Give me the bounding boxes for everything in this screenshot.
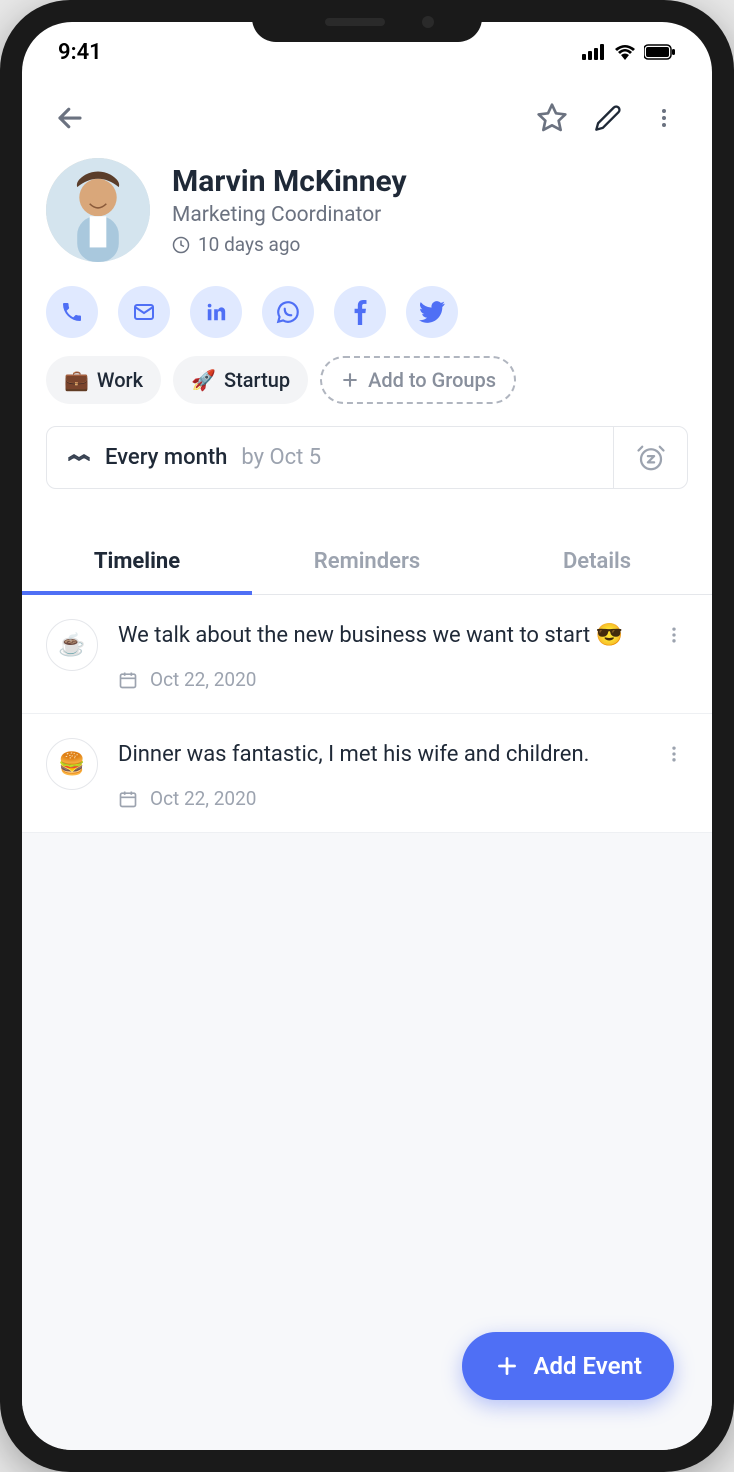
plus-icon <box>494 1353 520 1379</box>
status-icons <box>582 44 676 60</box>
rocket-emoji: 🚀 <box>191 368 216 392</box>
nav-bar <box>22 82 712 150</box>
profile-name: Marvin McKinney <box>172 164 688 199</box>
social-row <box>22 278 712 356</box>
briefcase-emoji: 💼 <box>64 368 89 392</box>
reminder-frequency: Every month <box>105 445 227 470</box>
event-more-button[interactable] <box>660 619 688 691</box>
timeline-event: ☕ We talk about the new business we want… <box>22 595 712 714</box>
event-text: Dinner was fantastic, I met his wife and… <box>118 738 640 771</box>
add-event-button[interactable]: Add Event <box>462 1332 675 1400</box>
status-time: 9:41 <box>58 40 102 65</box>
tab-details[interactable]: Details <box>482 529 712 594</box>
calendar-icon <box>118 789 138 809</box>
event-text: We talk about the new business we want t… <box>118 619 640 652</box>
linkedin-button[interactable] <box>190 286 242 338</box>
calendar-icon <box>118 670 138 690</box>
wifi-icon <box>614 44 636 60</box>
back-button[interactable] <box>46 94 94 142</box>
profile-lastseen: 10 days ago <box>172 233 688 256</box>
tags-row: 💼 Work 🚀 Startup Add to Groups <box>22 356 712 426</box>
add-to-groups-button[interactable]: Add to Groups <box>320 356 516 404</box>
avatar[interactable] <box>46 158 150 262</box>
clock-icon <box>172 236 190 254</box>
more-button[interactable] <box>640 94 688 142</box>
timeline-content: ☕ We talk about the new business we want… <box>22 595 712 1450</box>
email-button[interactable] <box>118 286 170 338</box>
snooze-icon <box>636 443 666 473</box>
profile-header: Marvin McKinney Marketing Coordinator 10… <box>22 150 712 278</box>
facebook-button[interactable] <box>334 286 386 338</box>
signal-icon <box>582 44 606 60</box>
event-more-button[interactable] <box>660 738 688 810</box>
whatsapp-button[interactable] <box>262 286 314 338</box>
tag-startup[interactable]: 🚀 Startup <box>173 356 308 404</box>
tag-work[interactable]: 💼 Work <box>46 356 161 404</box>
favorite-button[interactable] <box>528 94 576 142</box>
profile-role: Marketing Coordinator <box>172 203 688 227</box>
event-emoji: 🍔 <box>46 738 98 790</box>
event-date: Oct 22, 2020 <box>118 668 640 691</box>
handshake-icon <box>67 446 91 470</box>
snooze-button[interactable] <box>613 427 687 488</box>
reminder-box[interactable]: Every month by Oct 5 <box>46 426 688 489</box>
event-date: Oct 22, 2020 <box>118 787 640 810</box>
battery-icon <box>644 44 676 60</box>
plus-icon <box>340 370 360 390</box>
timeline-event: 🍔 Dinner was fantastic, I met his wife a… <box>22 714 712 833</box>
phone-button[interactable] <box>46 286 98 338</box>
edit-button[interactable] <box>584 94 632 142</box>
event-emoji: ☕ <box>46 619 98 671</box>
reminder-deadline: by Oct 5 <box>241 445 321 470</box>
twitter-button[interactable] <box>406 286 458 338</box>
tab-reminders[interactable]: Reminders <box>252 529 482 594</box>
tabs: Timeline Reminders Details <box>22 529 712 595</box>
tab-timeline[interactable]: Timeline <box>22 529 252 594</box>
